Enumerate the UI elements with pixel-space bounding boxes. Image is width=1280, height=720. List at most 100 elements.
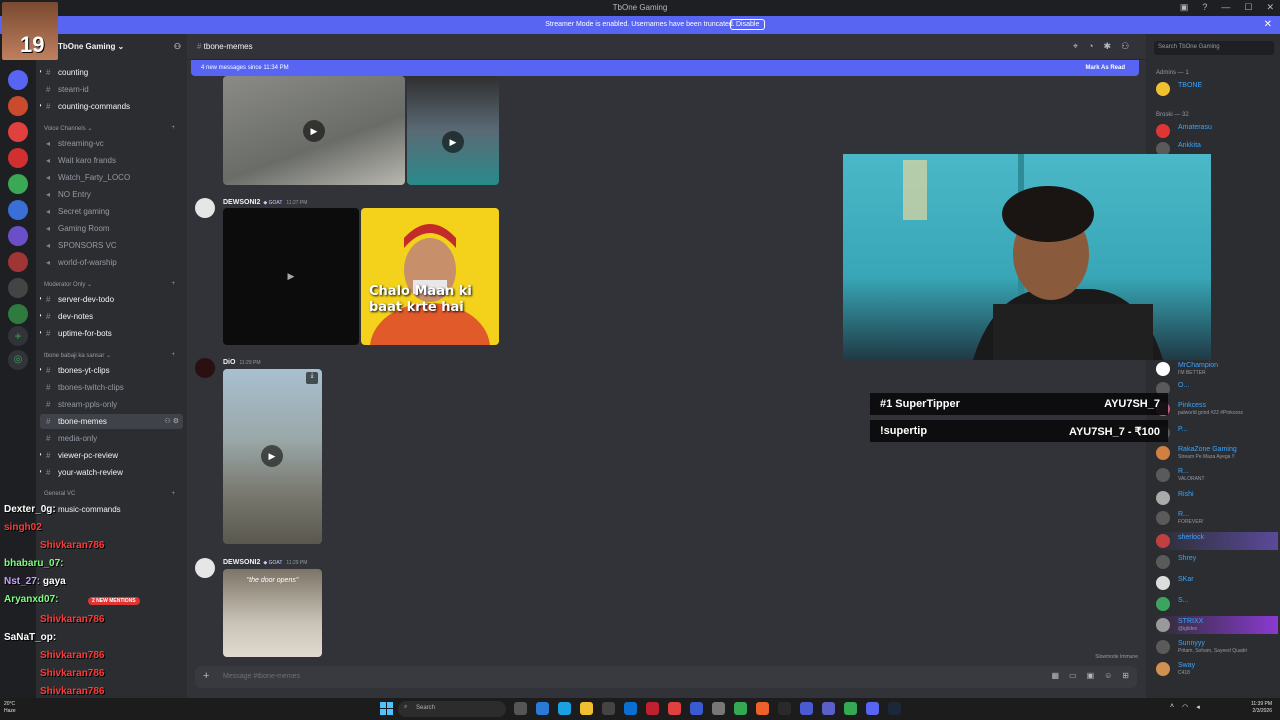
channel-viewer-pc-review[interactable]: ●#viewer-pc-review [40,448,183,463]
voice-channel[interactable]: ◂ Gaming Room [40,221,183,236]
edge-icon[interactable] [558,702,571,715]
category-general-vc[interactable]: General VC + [44,491,179,497]
avatar[interactable] [195,558,215,578]
gift-icon[interactable]: ▦ [1051,671,1059,680]
weather-widget[interactable]: 20°C Haze [4,701,16,715]
member-item[interactable]: S... [1154,595,1278,613]
member-item[interactable]: MrChampion I'M BETTER [1154,360,1278,378]
play-icon[interactable]: ▶ [261,445,283,467]
member-item[interactable]: Sway C418 [1154,660,1278,678]
category-voice[interactable]: Voice Channels ⌄ + [44,125,179,132]
channel-steam-id[interactable]: # steam-id [40,82,183,97]
channel-tbones-yt-clips[interactable]: ●#tbones-yt-clips [40,363,183,378]
message-author[interactable]: DEWSONI2 ◆ GOAT 11:27 PM [223,199,307,206]
add-server-icon[interactable]: + [8,326,28,346]
category-tbone[interactable]: tbone babaji ka sansar ⌄ + [44,352,179,359]
member-item[interactable]: R... VALORANT [1154,466,1278,484]
download-icon[interactable]: ⤓ [306,372,318,384]
message-composer[interactable]: + Message #tbone-memes ▦ ▭ ▣ ☺ ⊞ [195,666,1137,688]
gif-icon[interactable]: ▭ [1069,671,1077,680]
server-icon[interactable] [8,304,28,324]
add-channel-icon[interactable]: + [171,281,175,287]
app-icon[interactable] [712,702,725,715]
channel-uptime-for-bots[interactable]: ●#uptime-for-bots [40,326,183,341]
add-channel-icon[interactable]: + [171,352,175,358]
message-author[interactable]: DEWSONI2 ◆ GOAT 11:29 PM [223,559,307,566]
voice-channel[interactable]: ◂ Secret gaming [40,204,183,219]
file-explorer-icon[interactable] [580,702,593,715]
avatar[interactable] [195,358,215,378]
channel-tbone-memes[interactable]: # tbone-memes ⚇ ⚙ [40,414,183,429]
channel-your-watch-review[interactable]: ●#your-watch-review [40,465,183,480]
app-icon[interactable] [690,702,703,715]
close-button[interactable]: ✕ [1266,2,1274,13]
voice-channel[interactable]: ◂ world-of-warship [40,255,183,270]
add-channel-icon[interactable]: + [171,125,175,131]
notification-bell-icon[interactable]: ◔ [1088,41,1093,52]
channel-media-only[interactable]: # media-only [40,431,183,446]
minimize-button[interactable]: — [1221,2,1230,13]
maximize-button[interactable]: ☐ [1244,2,1252,13]
server-icon[interactable] [8,278,28,298]
message-input[interactable]: Message #tbone-memes [223,673,300,680]
sticker-icon[interactable]: ▣ [1087,671,1095,680]
play-icon[interactable]: ▶ [442,131,464,153]
task-view-icon[interactable] [514,702,527,715]
member-item[interactable]: Sunnyyy Pritam, Soham, Sayeed Quadri [1154,638,1278,656]
chrome-icon[interactable] [734,702,747,715]
video-thumbnail[interactable]: ▶ [407,76,499,185]
server-icon[interactable] [8,226,28,246]
voice-channel[interactable]: ◂ Watch_Farty_LOCO [40,170,183,185]
voice-channel[interactable]: ◂ Wait karo frands [40,153,183,168]
server-icon[interactable] [8,96,28,116]
help-icon[interactable]: ? [1202,2,1207,13]
video-thumbnail[interactable]: ▶ [223,208,359,345]
channel-settings-icon[interactable]: ⚇ ⚙ [165,414,180,429]
mail-icon[interactable] [624,702,637,715]
channel-dev-notes[interactable]: ●#dev-notes [40,309,183,324]
threads-icon[interactable]: ⌖ [1073,41,1078,52]
voice-channel[interactable]: ◂ streaming-vc [40,136,183,151]
member-item[interactable]: SKar [1154,574,1278,592]
server-icon[interactable] [8,252,28,272]
voice-channel[interactable]: ◂ SPONSORS VC [40,238,183,253]
server-icon[interactable] [8,200,28,220]
close-banner-icon[interactable]: ✕ [1264,19,1272,30]
member-item[interactable]: sherlock [1154,532,1278,550]
channel-music-commands[interactable]: # music-commands [40,502,183,517]
meme-image[interactable]: Chalo Maan ki baat krte hai [361,208,499,345]
app-icon[interactable] [800,702,813,715]
new-mentions-badge[interactable]: 2 NEW MENTIONS [88,597,140,605]
member-item[interactable]: TBONE [1154,80,1278,98]
server-icon[interactable] [8,70,28,90]
member-item[interactable]: STRIXX @iglidex [1154,616,1278,634]
taskbar-search[interactable]: ⌕ Search [398,701,506,717]
video-thumbnail[interactable]: ▶ ⤓ [223,369,322,544]
member-item[interactable]: Shrey [1154,553,1278,571]
member-item[interactable]: O... [1154,380,1278,398]
server-icon[interactable] [8,174,28,194]
member-item[interactable]: RakaZone Gaming Stream Pe Maza Ayega !! [1154,444,1278,462]
channel-server-dev-todo[interactable]: ●#server-dev-todo [40,292,183,307]
channel-counting[interactable]: ●#counting [40,65,183,80]
store-icon[interactable] [602,702,615,715]
explore-icon[interactable]: ◎ [8,350,28,370]
windows-start-icon[interactable] [380,702,393,715]
video-thumbnail[interactable]: "the door opens" [223,569,322,657]
server-header[interactable]: TbOne Gaming ⌄ ⚇ [36,34,187,60]
mark-as-read-button[interactable]: Mark As Read [1086,65,1125,71]
app-icon[interactable] [778,702,791,715]
member-item[interactable]: Pinkcess palworld grind #22 #Pinkcess [1154,400,1278,418]
emoji-icon[interactable]: ☺ [1104,671,1112,680]
category-moderator[interactable]: Moderator Only ⌄ + [44,281,179,288]
member-item[interactable]: Rishi [1154,489,1278,507]
member-list-icon[interactable]: ⚇ [1121,41,1129,52]
teams-icon[interactable] [822,702,835,715]
member-item[interactable]: R... FOREVER! [1154,509,1278,527]
wifi-icon[interactable]: ◠ [1182,703,1188,711]
server-search-input[interactable]: Search TbOne Gaming [1154,41,1274,55]
server-icon[interactable] [8,122,28,142]
channel-tbones-twitch-clips[interactable]: # tbones-twitch-clips [40,380,183,395]
member-item[interactable]: Amaterasu [1154,122,1278,140]
brave-icon[interactable] [756,702,769,715]
